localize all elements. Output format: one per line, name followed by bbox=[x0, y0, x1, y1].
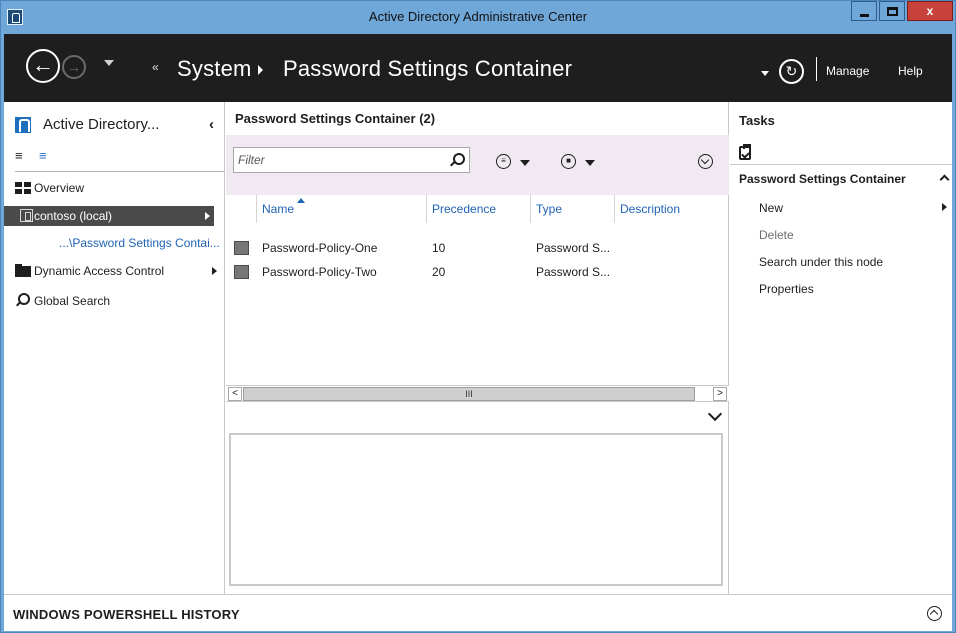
expand-arrow-icon[interactable] bbox=[212, 267, 217, 275]
filter-input[interactable] bbox=[238, 151, 443, 169]
nav-item-label: Dynamic Access Control bbox=[34, 264, 165, 278]
history-dropdown-button[interactable] bbox=[104, 60, 114, 66]
expand-toolbar-button[interactable] bbox=[698, 154, 713, 169]
cell-type: Password S... bbox=[536, 265, 611, 279]
chevron-up-icon[interactable] bbox=[939, 174, 950, 185]
maximize-icon bbox=[887, 7, 898, 16]
tree-view-icon[interactable]: ≡ bbox=[39, 149, 53, 164]
task-delete[interactable]: Delete bbox=[759, 228, 794, 242]
sort-ascending-icon bbox=[297, 198, 305, 203]
collapse-pane-button[interactable]: ‹ bbox=[209, 116, 214, 133]
nav-item-global-search[interactable]: Global Search bbox=[15, 291, 221, 311]
nav-item-label: Global Search bbox=[34, 294, 111, 308]
scroll-right-button[interactable]: > bbox=[713, 387, 727, 401]
cell-precedence: 10 bbox=[432, 241, 446, 255]
navigation-pane-title: Active Directory... bbox=[43, 116, 160, 133]
nav-item-label: Overview bbox=[34, 181, 85, 195]
expand-history-icon[interactable] bbox=[927, 606, 942, 621]
nav-item-label: ...\Password Settings Contai... bbox=[59, 236, 220, 250]
submenu-arrow-icon bbox=[942, 203, 947, 211]
manage-menu[interactable]: Manage bbox=[826, 64, 869, 78]
minimize-icon bbox=[860, 14, 869, 17]
nav-item-dynamic-access-control[interactable]: Dynamic Access Control bbox=[15, 261, 221, 281]
cell-type: Password S... bbox=[536, 241, 611, 255]
nav-item-password-settings[interactable]: ...\Password Settings Contai... bbox=[15, 233, 221, 253]
list-view-icon[interactable]: ≡ bbox=[15, 149, 29, 164]
filter-box bbox=[233, 147, 470, 173]
navigation-pane: Active Directory... ‹ ≡ ≡ Overview conto… bbox=[4, 102, 225, 594]
task-search-under-this-node[interactable]: Search under this node bbox=[759, 255, 883, 269]
powershell-history-label[interactable]: WINDOWS POWERSHELL HISTORY bbox=[13, 607, 240, 622]
grid-header: Name Precedence Type Description bbox=[226, 195, 729, 223]
nav-item-overview[interactable]: Overview bbox=[15, 178, 221, 198]
task-new[interactable]: New bbox=[759, 201, 783, 215]
minimize-button[interactable] bbox=[851, 1, 877, 21]
tasks-section-label: Password Settings Container bbox=[739, 172, 906, 186]
main-area: Active Directory... ‹ ≡ ≡ Overview conto… bbox=[4, 102, 952, 594]
folder-icon bbox=[15, 264, 31, 277]
table-row[interactable]: Password-Policy-One 10 Password S... bbox=[226, 236, 729, 260]
window-title: Active Directory Administrative Center bbox=[368, 9, 588, 24]
column-header-description[interactable]: Description bbox=[614, 195, 729, 223]
search-icon[interactable] bbox=[449, 153, 465, 167]
scroll-thumb[interactable]: III bbox=[243, 387, 695, 401]
password-policy-icon bbox=[234, 241, 249, 255]
tasks-section-header[interactable]: Password Settings Container bbox=[730, 164, 952, 190]
breadcrumb-system[interactable]: System bbox=[177, 56, 252, 82]
active-directory-icon bbox=[15, 117, 31, 133]
title-bar: Active Directory Administrative Center x bbox=[1, 1, 955, 34]
powershell-history-bar: WINDOWS POWERSHELL HISTORY bbox=[4, 594, 952, 631]
navigation-pane-header: Active Directory... ‹ bbox=[15, 113, 221, 137]
overview-icon bbox=[15, 182, 31, 194]
refresh-button[interactable]: ↻ bbox=[779, 59, 804, 84]
list-options-icon[interactable]: ≡ bbox=[496, 154, 511, 169]
expand-arrow-icon[interactable] bbox=[205, 212, 210, 220]
column-header-label: Name bbox=[262, 202, 295, 216]
chevron-down-icon[interactable] bbox=[707, 406, 723, 422]
table-row[interactable]: Password-Policy-Two 20 Password S... bbox=[226, 260, 729, 284]
view-switcher: ≡ ≡ bbox=[15, 148, 225, 172]
task-properties[interactable]: Properties bbox=[759, 282, 814, 296]
close-button[interactable]: x bbox=[907, 1, 953, 21]
forward-button[interactable]: → bbox=[62, 55, 86, 79]
save-query-dropdown-icon[interactable] bbox=[585, 160, 595, 166]
scroll-left-button[interactable]: < bbox=[228, 387, 242, 401]
column-header-precedence[interactable]: Precedence bbox=[426, 195, 530, 223]
navbar-divider bbox=[816, 57, 817, 81]
cell-name: Password-Policy-Two bbox=[262, 265, 377, 279]
cell-name: Password-Policy-One bbox=[262, 241, 378, 255]
container-title: Password Settings Container (2) bbox=[235, 111, 436, 126]
password-policy-icon bbox=[234, 265, 249, 279]
save-query-icon[interactable]: ■ bbox=[561, 154, 576, 169]
breadcrumb-overflow-icon[interactable]: « bbox=[152, 60, 159, 74]
search-icon bbox=[15, 293, 30, 307]
breadcrumb-separator-icon[interactable] bbox=[258, 65, 263, 75]
content-pane: Password Settings Container (2) ≡ ■ Name bbox=[226, 102, 729, 594]
clipboard-icon[interactable] bbox=[739, 144, 751, 160]
help-menu[interactable]: Help bbox=[898, 64, 923, 78]
nav-item-contoso[interactable]: contoso (local) bbox=[4, 206, 214, 226]
window-controls: x bbox=[849, 1, 953, 23]
maximize-button[interactable] bbox=[879, 1, 905, 21]
back-button[interactable]: ← bbox=[26, 49, 60, 83]
list-options-dropdown-icon[interactable] bbox=[520, 160, 530, 166]
details-preview-pane bbox=[229, 433, 723, 586]
nav-item-label: contoso (local) bbox=[34, 209, 113, 223]
tasks-pane: Tasks Password Settings Container New De… bbox=[730, 102, 952, 594]
column-header-type[interactable]: Type bbox=[530, 195, 614, 223]
domain-icon bbox=[20, 209, 33, 222]
horizontal-scrollbar[interactable]: < III > bbox=[226, 385, 729, 402]
results-grid: Name Precedence Type Description Passwor… bbox=[226, 195, 729, 385]
column-header-name[interactable]: Name bbox=[256, 195, 426, 223]
cell-precedence: 20 bbox=[432, 265, 446, 279]
app-window: Active Directory Administrative Center x… bbox=[0, 0, 956, 633]
location-dropdown-button[interactable] bbox=[761, 71, 769, 76]
navigation-bar: ← → « System Password Settings Container… bbox=[4, 34, 952, 102]
list-toolbar: ≡ ■ bbox=[226, 135, 729, 195]
tasks-title: Tasks bbox=[739, 113, 775, 128]
breadcrumb-current[interactable]: Password Settings Container bbox=[283, 56, 572, 82]
